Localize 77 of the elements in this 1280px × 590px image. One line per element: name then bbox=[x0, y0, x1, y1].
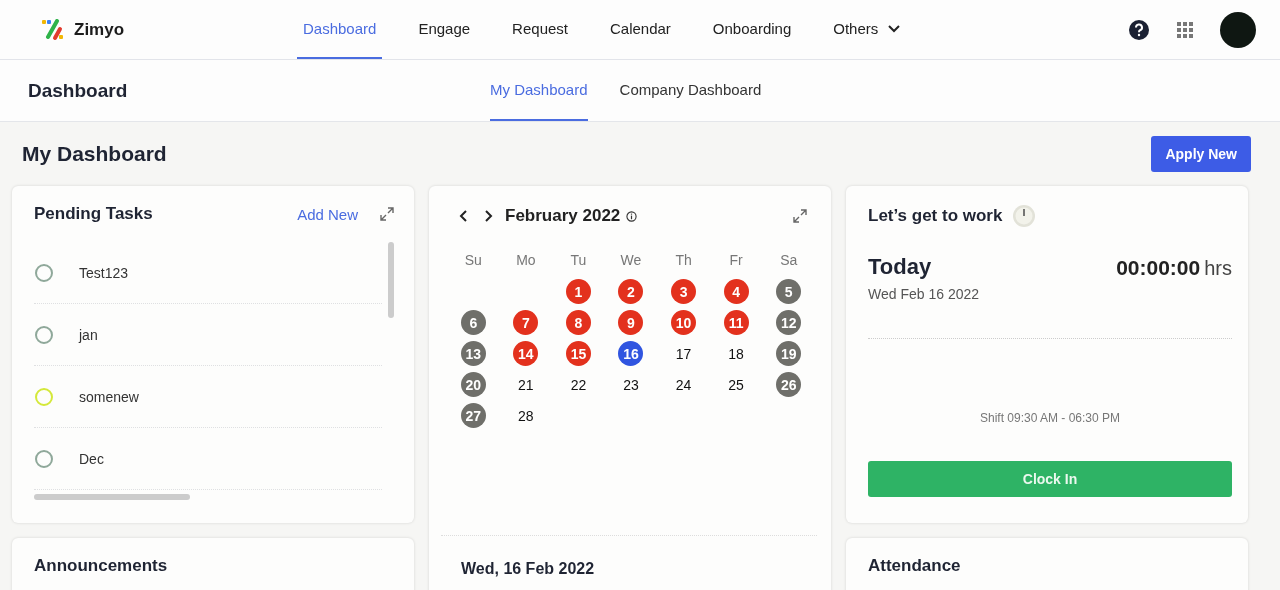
nav-tab[interactable]: Others bbox=[827, 0, 907, 59]
weekday-label: Sa bbox=[779, 252, 799, 268]
card-title: Pending Tasks bbox=[34, 204, 153, 224]
nav-tab[interactable]: Request bbox=[506, 0, 574, 59]
calendar-day[interactable]: 21 bbox=[513, 372, 539, 397]
chevron-left-icon[interactable] bbox=[459, 209, 469, 223]
calendar-day[interactable]: 26 bbox=[776, 372, 802, 397]
calendar-day[interactable]: 22 bbox=[565, 372, 591, 397]
weekday-label: Mo bbox=[515, 252, 537, 268]
sub-tab[interactable]: My Dashboard bbox=[490, 60, 588, 121]
calendar-day[interactable]: 25 bbox=[723, 372, 749, 397]
nav-tab[interactable]: Engage bbox=[412, 0, 477, 59]
card-title: Announcements bbox=[34, 556, 169, 576]
task-label: jan bbox=[79, 326, 98, 343]
calendar-day[interactable]: 20 bbox=[460, 372, 486, 397]
help-icon[interactable] bbox=[1128, 18, 1150, 41]
task-radio[interactable] bbox=[35, 449, 53, 468]
weekday-label: We bbox=[619, 252, 643, 268]
apps-grid-icon[interactable] bbox=[1176, 20, 1194, 39]
calendar-day[interactable]: 16 bbox=[618, 341, 644, 366]
nav-tab[interactable]: Onboarding bbox=[706, 0, 798, 59]
logo-icon bbox=[40, 18, 66, 41]
expand-icon[interactable] bbox=[793, 209, 807, 223]
calendar-day[interactable]: 14 bbox=[513, 341, 539, 366]
brand-name: Zimyo bbox=[74, 19, 125, 40]
expand-icon[interactable] bbox=[380, 207, 394, 221]
calendar-day[interactable]: 18 bbox=[723, 341, 749, 366]
card-title: Let’s get to work bbox=[868, 206, 1003, 226]
task-label: Test123 bbox=[79, 264, 129, 281]
calendar-day[interactable]: 24 bbox=[671, 372, 697, 397]
nav-tab[interactable]: Calendar bbox=[604, 0, 677, 59]
add-new-link[interactable]: Add New bbox=[297, 205, 358, 223]
weekday-label: Th bbox=[674, 252, 693, 268]
calendar-day[interactable]: 6 bbox=[460, 310, 486, 335]
calendar-day[interactable]: 4 bbox=[723, 279, 749, 304]
sub-tab[interactable]: Company Dashboard bbox=[619, 60, 762, 121]
task-radio[interactable] bbox=[35, 263, 53, 282]
selected-date: Wed, 16 Feb 2022 bbox=[461, 560, 595, 577]
calendar-day[interactable]: 7 bbox=[513, 310, 539, 335]
calendar-day[interactable]: 13 bbox=[460, 341, 486, 366]
weekday-label: Fr bbox=[728, 252, 744, 268]
calendar-day[interactable]: 27 bbox=[460, 403, 486, 428]
chevron-right-icon[interactable] bbox=[483, 209, 493, 223]
task-radio[interactable] bbox=[35, 325, 53, 344]
task-label: Dec bbox=[79, 450, 104, 467]
card-title: Attendance bbox=[868, 556, 962, 576]
avatar[interactable] bbox=[1220, 11, 1256, 48]
weekday-label: Tu bbox=[569, 252, 588, 268]
calendar-day[interactable]: 1 bbox=[565, 279, 591, 304]
calendar-day[interactable]: 15 bbox=[565, 341, 591, 366]
calendar-day[interactable]: 19 bbox=[776, 341, 802, 366]
calendar-day[interactable]: 28 bbox=[513, 403, 539, 428]
calendar-day[interactable]: 12 bbox=[776, 310, 802, 335]
calendar-day[interactable]: 17 bbox=[671, 341, 697, 366]
scrollbar-thumb[interactable] bbox=[34, 494, 190, 500]
calendar-day[interactable]: 10 bbox=[671, 310, 697, 335]
scrollbar-thumb[interactable] bbox=[388, 242, 394, 318]
info-icon[interactable] bbox=[626, 210, 638, 222]
month-title: February 2022 bbox=[505, 206, 621, 226]
calendar-day[interactable]: 9 bbox=[618, 310, 644, 335]
calendar-day[interactable]: 8 bbox=[565, 310, 591, 335]
today-label: Today bbox=[868, 254, 933, 280]
stopwatch-icon bbox=[1012, 204, 1037, 228]
calendar-day[interactable]: 2 bbox=[618, 279, 644, 304]
timer-unit: hrs bbox=[1204, 257, 1232, 280]
today-date: Wed Feb 16 2022 bbox=[868, 286, 980, 302]
calendar-day[interactable]: 3 bbox=[671, 279, 697, 304]
calendar-day[interactable]: 5 bbox=[776, 279, 802, 304]
shift-time: Shift 09:30 AM - 06:30 PM bbox=[978, 411, 1122, 425]
page-title: My Dashboard bbox=[22, 142, 167, 166]
timer: 00:00:00 bbox=[1116, 256, 1201, 280]
weekday-label: Su bbox=[463, 252, 483, 268]
section-title: Dashboard bbox=[28, 79, 129, 102]
calendar-day[interactable]: 23 bbox=[618, 372, 644, 397]
apply-new-button[interactable]: Apply New bbox=[1151, 136, 1251, 172]
task-label: somenew bbox=[79, 388, 139, 405]
calendar-day[interactable]: 11 bbox=[723, 310, 749, 335]
